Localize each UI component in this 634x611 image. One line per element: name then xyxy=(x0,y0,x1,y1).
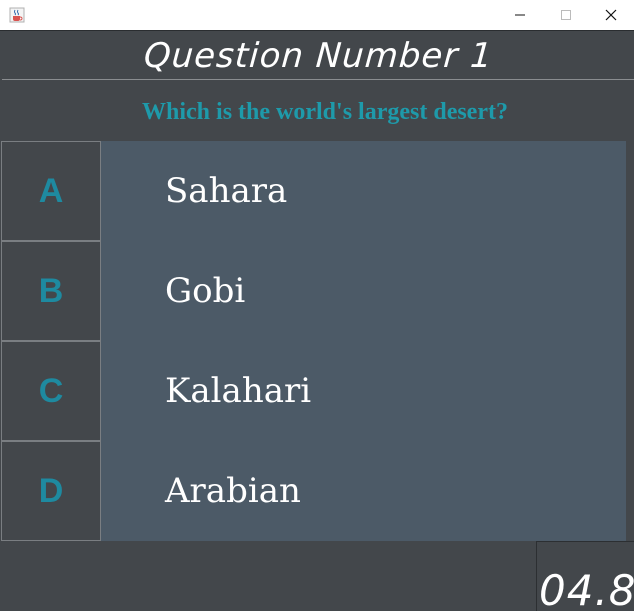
answer-b-label: Gobi xyxy=(165,271,246,311)
close-icon xyxy=(605,9,617,21)
maximize-icon xyxy=(561,10,571,20)
answer-c-label: Kalahari xyxy=(165,371,312,411)
option-a-button[interactable]: A xyxy=(1,141,101,241)
java-app-icon xyxy=(9,7,25,23)
question-number-title: Question Number 1 xyxy=(142,35,494,76)
option-letters: A B C D xyxy=(1,141,101,541)
question-header: Question Number 1 xyxy=(2,32,634,80)
bottom-bar xyxy=(0,541,536,611)
option-c-button[interactable]: C xyxy=(1,341,101,441)
answer-a-label: Sahara xyxy=(165,171,288,211)
option-d-button[interactable]: D xyxy=(1,441,101,541)
timer-panel: 04.8 xyxy=(536,541,634,611)
answer-d-label: Arabian xyxy=(165,471,301,511)
answer-panel: Sahara Gobi Kalahari Arabian xyxy=(101,141,626,541)
maximize-button[interactable] xyxy=(543,0,589,30)
minimize-button[interactable] xyxy=(497,0,543,30)
minimize-icon xyxy=(515,14,525,16)
timer-value: 04.8 xyxy=(539,566,634,611)
close-button[interactable] xyxy=(588,0,634,30)
title-bar xyxy=(0,0,634,31)
option-b-button[interactable]: B xyxy=(1,241,101,341)
question-text: Which is the world's largest desert? xyxy=(142,98,508,125)
quiz-window: Question Number 1 Which is the world's l… xyxy=(0,0,634,611)
